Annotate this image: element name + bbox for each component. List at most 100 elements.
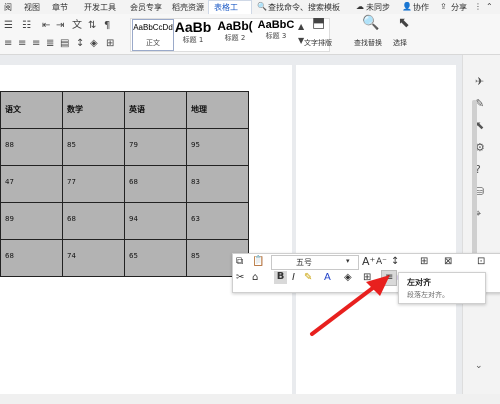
- text-layout-button[interactable]: 文字排版: [304, 38, 332, 48]
- shading-icon[interactable]: ◈: [90, 39, 98, 49]
- tab-table-tools[interactable]: 表格工: [208, 0, 252, 14]
- unsynced-label[interactable]: 未同步: [366, 2, 390, 13]
- insert-table-icon[interactable]: ⊞: [420, 256, 428, 268]
- style-heading-2[interactable]: AaBb( 标题 2: [214, 19, 256, 49]
- increase-indent-icon[interactable]: ⇥: [56, 21, 64, 31]
- table-cell[interactable]: 68: [124, 165, 187, 203]
- style-label: 标题 2: [224, 34, 246, 42]
- style-heading-1[interactable]: AaBb 标题 1: [173, 19, 213, 49]
- table-header-row: 语文 数学 英语 地理: [0, 91, 249, 129]
- table-row: 47 77 68 83: [0, 165, 249, 203]
- table-cell[interactable]: 85: [62, 128, 125, 166]
- annotation-arrow-icon: [310, 275, 390, 336]
- font-size-select[interactable]: 五号 ▾: [271, 255, 359, 270]
- copy-format-icon[interactable]: ⧉: [236, 256, 243, 268]
- find-replace-button[interactable]: 查找替换: [354, 38, 382, 48]
- shrink-font-icon[interactable]: A⁻: [376, 256, 387, 268]
- table-cell[interactable]: 94: [124, 202, 187, 240]
- table-cell[interactable]: 79: [124, 128, 187, 166]
- decrease-indent-icon[interactable]: ⇤: [42, 21, 50, 31]
- grow-font-icon[interactable]: A⁺: [362, 256, 375, 268]
- menu-item-developer[interactable]: 开发工具: [84, 2, 116, 13]
- line-spacing-icon[interactable]: ↕: [76, 39, 84, 49]
- document-page[interactable]: 语文 数学 英语 地理 88 85 79 95 47 77 68 83 89 6…: [0, 65, 292, 404]
- share-button[interactable]: 分享: [451, 2, 467, 13]
- format-painter-icon[interactable]: ⌂: [252, 272, 258, 284]
- cut-icon[interactable]: ✂: [236, 272, 244, 284]
- distribute-icon[interactable]: ▤: [60, 39, 69, 49]
- table-header-cell[interactable]: 数学: [62, 91, 125, 129]
- text-layout-icon: ⬒: [312, 15, 326, 31]
- table-cell[interactable]: 74: [62, 239, 125, 277]
- table-cell[interactable]: 65: [124, 239, 187, 277]
- style-label: 标题 1: [182, 36, 204, 44]
- share-icon: ⇪: [440, 2, 447, 11]
- bullet-list-icon[interactable]: ☰: [4, 21, 13, 31]
- table-cell[interactable]: 88: [0, 128, 63, 166]
- ribbon: ☰ ☷ ⇤ ⇥ 文 ⇅ ¶ ≡ ≡ ≡ ≣ ▤ ↕ ◈ ⊞ AaBbCcDd 正…: [0, 14, 500, 55]
- status-bar: [0, 394, 500, 404]
- table-cell[interactable]: 77: [62, 165, 125, 203]
- numbered-list-icon[interactable]: ☷: [22, 21, 31, 31]
- search-input[interactable]: 查找命令、搜索模板: [268, 2, 340, 13]
- style-label: 正文: [146, 39, 160, 47]
- menu-item-view[interactable]: 视图: [24, 2, 40, 13]
- menu-item-review[interactable]: 阅: [4, 2, 12, 13]
- tooltip-description: 段落左对齐。: [407, 291, 449, 299]
- table-cell[interactable]: 95: [186, 128, 249, 166]
- gallery-up-icon[interactable]: ▲: [298, 22, 304, 32]
- sort-icon[interactable]: ⇅: [88, 21, 96, 31]
- borders-icon[interactable]: ⊞: [106, 39, 114, 49]
- search-icon: 🔍: [257, 2, 267, 11]
- table-cell[interactable]: 63: [186, 202, 249, 240]
- show-marks-icon[interactable]: ¶: [104, 21, 110, 31]
- table-header-cell[interactable]: 英语: [124, 91, 187, 129]
- delete-table-icon[interactable]: ⊠: [444, 256, 452, 268]
- align-right-icon[interactable]: ≡: [32, 39, 40, 49]
- select-button[interactable]: 选择: [393, 38, 407, 48]
- justify-icon[interactable]: ≣: [46, 39, 54, 49]
- menu-item-section[interactable]: 章节: [52, 2, 68, 13]
- align-center-icon[interactable]: ≡: [18, 39, 26, 49]
- line-spacing-icon[interactable]: ↕: [391, 256, 399, 268]
- tooltip-title: 左对齐: [407, 278, 431, 287]
- paste-icon[interactable]: 📋: [252, 256, 264, 268]
- navigation-icon[interactable]: ✈: [475, 75, 484, 88]
- tab-table-tools-label: 表格工: [214, 3, 238, 12]
- collaborate-icon: 👤: [402, 2, 412, 11]
- menu-item-docer[interactable]: 稻壳资源: [172, 2, 204, 13]
- table-cell[interactable]: 83: [186, 165, 249, 203]
- table-cell[interactable]: 89: [0, 202, 63, 240]
- menu-item-member[interactable]: 会员专享: [130, 2, 162, 13]
- scroll-down-icon[interactable]: ⌄: [475, 361, 483, 371]
- table-cell[interactable]: 68: [62, 202, 125, 240]
- find-replace-icon: 🔍: [362, 15, 380, 31]
- style-sample: AaBb(: [217, 19, 253, 33]
- table-row: 68 74 65 85: [0, 239, 249, 277]
- grade-table[interactable]: 语文 数学 英语 地理 88 85 79 95 47 77 68 83 89 6…: [0, 91, 249, 277]
- table-cell[interactable]: 68: [0, 239, 63, 277]
- italic-icon[interactable]: I: [292, 272, 295, 284]
- right-sidebar: ✈ ✎ ⬉ ⚙ ? ⛁ ⌖ ⌄: [462, 55, 500, 404]
- select-cursor-icon: ⬉: [398, 15, 410, 31]
- document-page-next[interactable]: [296, 65, 456, 404]
- style-normal[interactable]: AaBbCcDd 正文: [132, 19, 174, 51]
- more-icon[interactable]: ⋮: [474, 2, 482, 11]
- font-size-value: 五号: [296, 258, 312, 267]
- align-left-icon[interactable]: ≡: [4, 39, 12, 49]
- collaborate-button[interactable]: 协作: [413, 2, 429, 13]
- sync-icon: ☁: [356, 2, 364, 11]
- table-header-cell[interactable]: 语文: [0, 91, 63, 129]
- table-header-cell[interactable]: 地理: [186, 91, 249, 129]
- table-cell[interactable]: 47: [0, 165, 63, 203]
- chevron-down-icon: ▾: [346, 257, 350, 265]
- chinese-layout-icon[interactable]: 文: [72, 21, 82, 31]
- style-heading-3[interactable]: AaBbC 标题 3: [256, 19, 296, 49]
- bold-icon[interactable]: B: [274, 271, 287, 284]
- style-sample: AaBbCcDd: [133, 23, 173, 32]
- table-search-icon[interactable]: ⊡: [477, 256, 485, 268]
- style-label: 标题 3: [265, 32, 287, 40]
- align-left-tooltip: 左对齐 段落左对齐。: [398, 272, 486, 304]
- collapse-icon[interactable]: ⌃: [486, 2, 493, 11]
- document-area: 语文 数学 英语 地理 88 85 79 95 47 77 68 83 89 6…: [0, 55, 462, 404]
